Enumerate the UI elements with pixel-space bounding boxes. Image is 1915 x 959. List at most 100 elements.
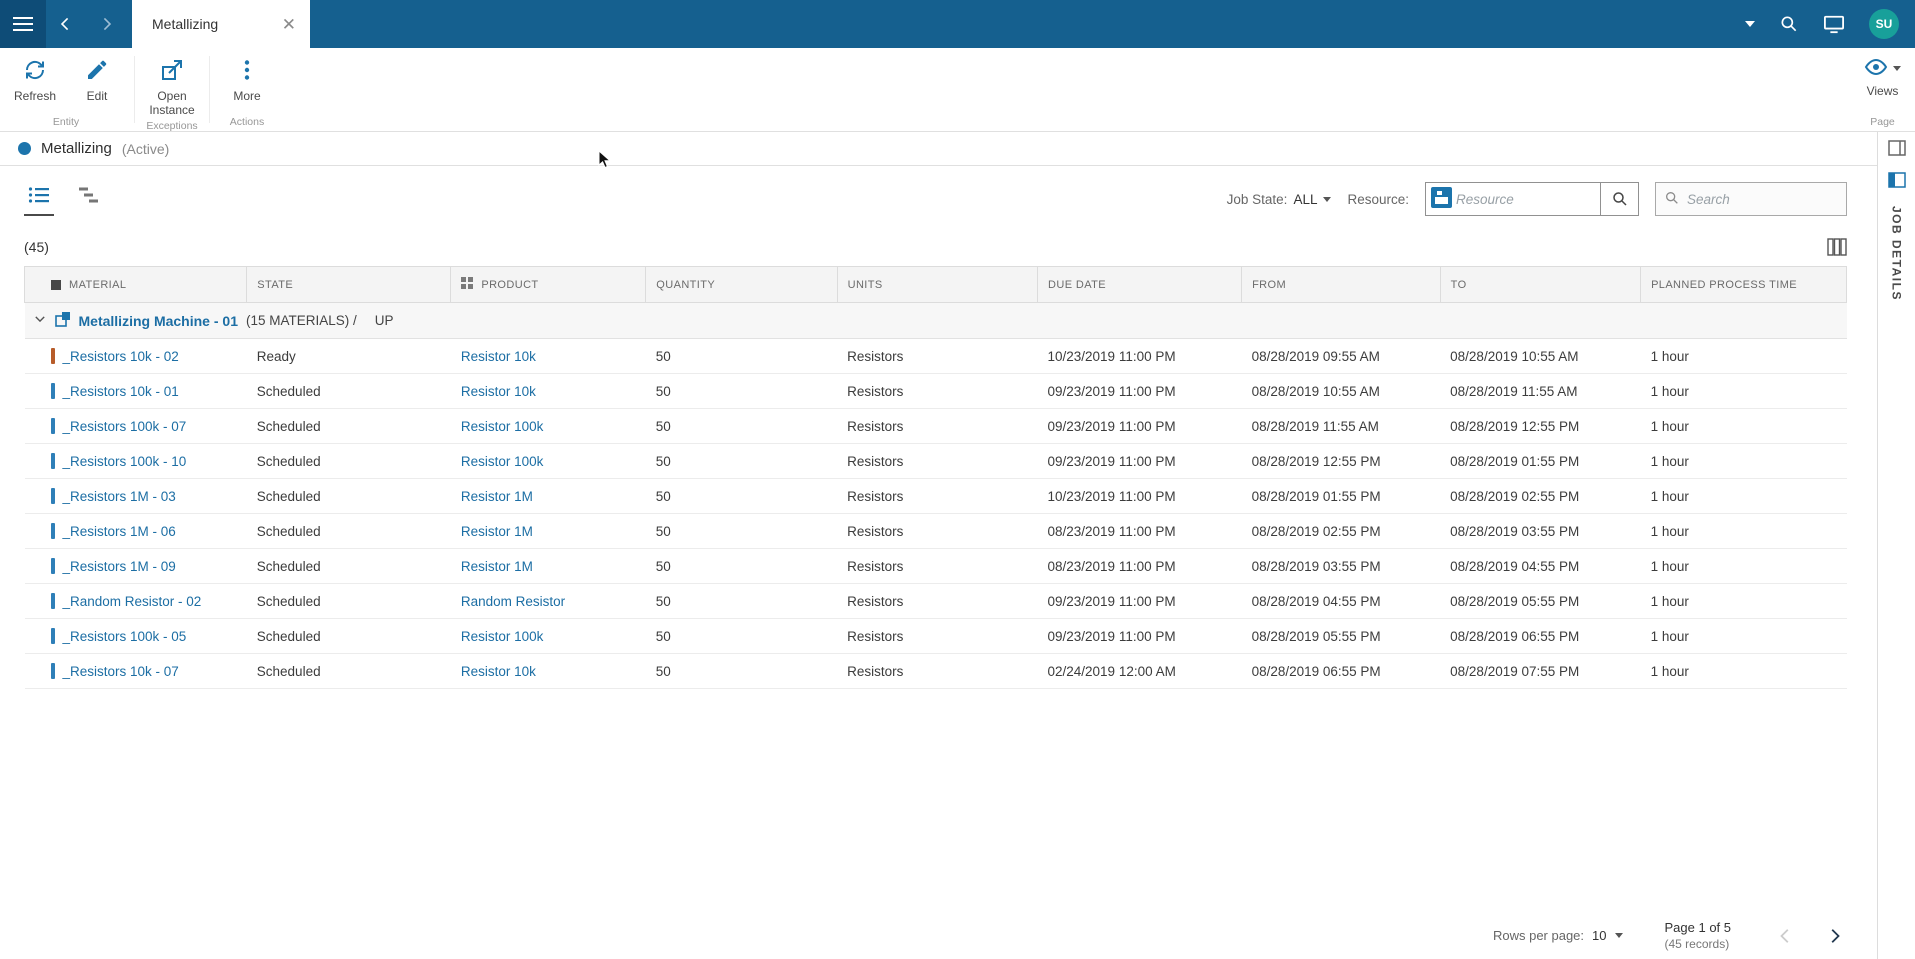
from-cell: 08/28/2019 04:55 PM [1241,583,1441,619]
from-cell: 08/28/2019 06:55 PM [1241,653,1441,689]
rows-per-page-selector[interactable]: Rows per page: 10 [1493,928,1623,943]
material-link[interactable]: _Resistors 10k - 01 [63,384,179,399]
column-chooser-icon[interactable] [1827,238,1847,256]
table-row[interactable]: _Random Resistor - 02 Scheduled Random Res… [24,583,1847,619]
from-cell: 08/28/2019 02:55 PM [1241,513,1441,549]
resource-group-icon [54,311,71,330]
search-input[interactable] [1687,191,1838,207]
tab-close-icon[interactable]: ✕ [282,16,296,33]
ribbon-toolbar: Refresh Edit Entity Open Instance Except… [0,48,1915,132]
quantity-cell: 50 [645,653,838,689]
column-header-material[interactable]: MATERIAL [23,266,248,303]
state-cell: Scheduled [246,373,451,409]
table-row[interactable]: _Resistors 100k - 10 Scheduled Resistor 10… [24,443,1847,479]
ribbon-group-exceptions: Open Instance Exceptions [137,48,207,132]
material-column-icon [51,279,61,290]
table-row[interactable]: _Resistors 100k - 05 Scheduled Resistor 10… [24,618,1847,654]
column-header-planned-process-time[interactable]: PLANNED PROCESS TIME [1640,266,1847,303]
material-link[interactable]: _Resistors 10k - 02 [63,349,179,364]
column-header-due-date[interactable]: DUE DATE [1036,266,1243,303]
collapse-chevron-icon[interactable] [33,312,47,329]
product-column-icon [461,277,474,292]
hamburger-menu-icon[interactable] [0,0,46,48]
product-link[interactable]: Resistor 1M [461,559,533,574]
eye-icon [1864,58,1888,79]
resource-search-button[interactable] [1600,183,1638,215]
planned-time-cell: 1 hour [1640,478,1847,514]
record-count: (45) [24,239,49,255]
ribbon-group-actions: More Actions [212,48,282,131]
quantity-cell: 50 [645,478,838,514]
product-link[interactable]: Resistor 10k [461,384,536,399]
refresh-button[interactable]: Refresh [4,54,66,114]
from-cell: 08/28/2019 10:55 AM [1241,373,1441,409]
product-link[interactable]: Resistor 100k [461,419,544,434]
state-cell: Scheduled [246,443,451,479]
monitor-icon[interactable] [1823,14,1845,34]
column-header-to[interactable]: TO [1439,266,1642,303]
material-link[interactable]: _Resistors 1M - 03 [63,489,176,504]
table-row[interactable]: _Resistors 100k - 07 Scheduled Resistor 10… [24,408,1847,444]
open-instance-button[interactable]: Open Instance [141,54,203,118]
column-header-quantity[interactable]: QUANTITY [645,266,838,303]
due-date-cell: 08/23/2019 11:00 PM [1037,548,1242,584]
edit-button[interactable]: Edit [66,54,128,114]
state-accent-bar [50,348,55,364]
table-row[interactable]: _Resistors 1M - 06 Scheduled Resistor 1M 50… [24,513,1847,549]
panel-layout-icon[interactable] [1887,140,1906,156]
user-avatar[interactable]: SU [1869,9,1899,39]
column-header-from[interactable]: FROM [1241,266,1441,303]
views-button[interactable]: Views [1864,54,1901,98]
resource-group-row[interactable]: Metallizing Machine - 01 (15 MATERIALS) … [24,302,1847,339]
product-link[interactable]: Resistor 100k [461,454,544,469]
product-link[interactable]: Resistor 1M [461,524,533,539]
material-link[interactable]: _Resistors 1M - 06 [63,524,176,539]
product-link[interactable]: Resistor 1M [461,489,533,504]
tab-metallizing[interactable]: Metallizing ✕ [132,0,310,48]
from-cell: 08/28/2019 09:55 AM [1241,338,1441,374]
ribbon-group-page: Views Page [1860,48,1915,131]
product-link[interactable]: Random Resistor [461,594,565,609]
product-link[interactable]: Resistor 10k [461,349,536,364]
state-accent-bar [50,523,55,539]
views-caret-icon [1893,66,1901,71]
list-view-toggle[interactable] [24,182,54,216]
resource-filter-label: Resource: [1347,191,1409,207]
next-page-icon[interactable] [1821,923,1847,949]
column-header-units[interactable]: UNITS [836,266,1039,303]
back-icon[interactable] [46,0,86,48]
previous-page-icon[interactable] [1773,923,1799,949]
job-state-filter[interactable]: Job State: ALL [1227,192,1332,207]
resource-group-state: UP [374,313,394,328]
forward-icon[interactable] [86,0,126,48]
column-header-product[interactable]: PRODUCT [450,266,647,303]
expand-panel-icon[interactable] [1887,172,1906,188]
job-details-tab[interactable]: JOB DETAILS [1890,206,1904,301]
table-row[interactable]: _Resistors 10k - 02 Ready Resistor 10k 50 Re… [24,338,1847,374]
state-cell: Scheduled [246,653,451,689]
quantity-cell: 50 [645,443,838,479]
material-link[interactable]: _Resistors 100k - 10 [63,454,187,469]
material-link[interactable]: _Resistors 10k - 07 [63,664,179,679]
table-row[interactable]: _Resistors 10k - 07 Scheduled Resistor 10k… [24,653,1847,689]
due-date-cell: 09/23/2019 11:00 PM [1037,583,1242,619]
product-link[interactable]: Resistor 100k [461,629,544,644]
material-link[interactable]: _Random Resistor - 02 [63,594,202,609]
material-link[interactable]: _Resistors 1M - 09 [63,559,176,574]
resource-input[interactable] [1452,191,1600,207]
product-link[interactable]: Resistor 10k [461,664,536,679]
table-row[interactable]: _Resistors 1M - 03 Scheduled Resistor 1M 50… [24,478,1847,514]
resource-group-link[interactable]: Metallizing Machine - 01 [79,313,238,329]
material-link[interactable]: _Resistors 100k - 05 [63,629,187,644]
planned-time-cell: 1 hour [1640,338,1847,374]
material-link[interactable]: _Resistors 100k - 07 [63,419,187,434]
column-header-state[interactable]: STATE [246,266,452,303]
table-row[interactable]: _Resistors 1M - 09 Scheduled Resistor 1M 50… [24,548,1847,584]
topbar-dropdown-icon[interactable] [1745,21,1755,27]
to-cell: 08/28/2019 03:55 PM [1440,513,1641,549]
more-button[interactable]: More [216,54,278,114]
topbar-search-icon[interactable] [1779,14,1799,34]
table-row[interactable]: _Resistors 10k - 01 Scheduled Resistor 10k… [24,373,1847,409]
schedule-view-toggle[interactable] [74,182,104,216]
units-cell: Resistors [837,513,1038,549]
